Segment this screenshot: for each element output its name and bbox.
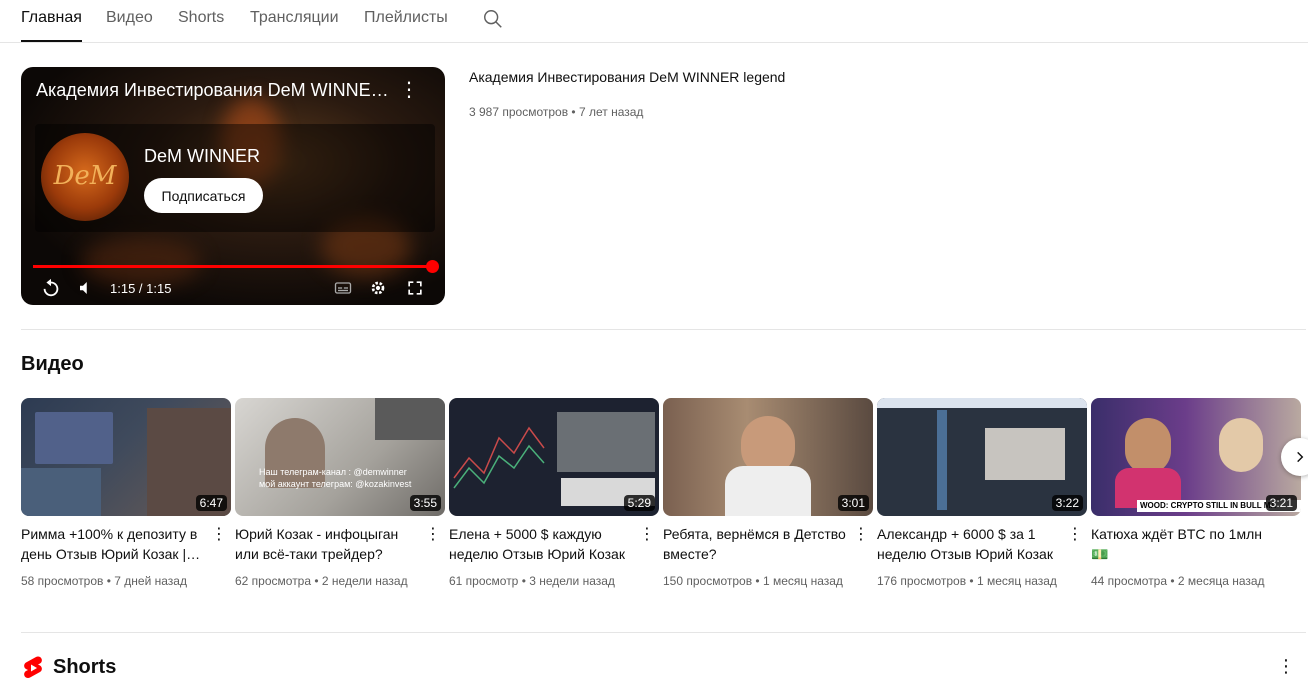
more-vert-icon[interactable]: ⋮ [1067, 524, 1083, 544]
thumbnail-panel [375, 398, 445, 440]
fullscreen-icon[interactable] [405, 276, 425, 300]
shorts-logo-icon [23, 656, 43, 680]
video-title[interactable]: Катюха ждёт BTC по 1млн 💵 [1091, 524, 1277, 564]
video-thumbnail[interactable]: 3:22 [877, 398, 1087, 516]
tab-playlists[interactable]: Плейлисты [364, 9, 448, 42]
thumbnail-panel [937, 410, 947, 510]
video-duration: 3:01 [837, 495, 869, 511]
more-vert-icon[interactable]: ⋮ [1277, 656, 1295, 678]
video-title[interactable]: Елена + 5000 $ каждую неделю Отзыв Юрий … [449, 524, 635, 564]
video-title[interactable]: Римма +100% к депозиту в день Отзыв Юрий… [21, 524, 207, 564]
video-meta: 176 просмотров • 1 месяц назад [877, 574, 1057, 588]
video-meta: 61 просмотр • 3 недели назад [449, 574, 615, 588]
video-thumbnail[interactable]: 5:29 [449, 398, 659, 516]
video-thumbnail[interactable]: Наш телеграм-канал : @demwinner мой акка… [235, 398, 445, 516]
settings-gear-icon[interactable] [368, 276, 388, 300]
section-divider [21, 329, 1306, 330]
thumbnail-panel [21, 468, 101, 516]
more-vert-icon[interactable]: ⋮ [399, 80, 419, 102]
thumbnail-person [1219, 418, 1263, 472]
thumbnail-panel [985, 428, 1065, 480]
tab-home[interactable]: Главная [21, 9, 82, 42]
shorts-section-title[interactable]: Shorts [53, 656, 116, 679]
video-title[interactable]: Ребята, вернёмся в Детство вместе? [663, 524, 849, 564]
video-thumbnail[interactable]: WOOD: CRYPTO STILL IN BULL MA 3:21 [1091, 398, 1301, 516]
thumbnail-panel [35, 412, 113, 464]
volume-icon[interactable] [77, 276, 95, 300]
video-meta: 58 просмотров • 7 дней назад [21, 574, 187, 588]
featured-video-title[interactable]: Академия Инвестирования DeM WINNER legen… [469, 69, 785, 85]
thumbnail-panel [557, 412, 655, 472]
video-duration: 6:47 [195, 495, 227, 511]
flame-decoration [81, 237, 201, 287]
search-icon[interactable] [482, 8, 504, 30]
video-duration: 3:22 [1051, 495, 1083, 511]
video-meta: 150 просмотров • 1 месяц назад [663, 574, 843, 588]
video-duration: 5:29 [623, 495, 655, 511]
featured-video-meta: 3 987 просмотров • 7 лет назад [469, 105, 644, 119]
tab-shorts[interactable]: Shorts [178, 9, 224, 42]
replay-icon[interactable] [40, 276, 62, 300]
channel-name[interactable]: DeM WINNER [144, 146, 260, 167]
video-meta: 62 просмотра • 2 недели назад [235, 574, 408, 588]
tab-videos[interactable]: Видео [106, 9, 153, 42]
video-thumbnail[interactable]: 6:47 [21, 398, 231, 516]
more-vert-icon[interactable]: ⋮ [853, 524, 869, 544]
channel-logo[interactable]: DeM [41, 133, 129, 221]
more-vert-icon[interactable]: ⋮ [639, 524, 655, 544]
subscribe-button[interactable]: Подписаться [144, 178, 263, 213]
player-title[interactable]: Академия Инвестирования DeM WINNER legen… [36, 80, 391, 101]
section-divider [21, 632, 1306, 633]
video-duration: 3:21 [1265, 495, 1297, 511]
more-vert-icon[interactable]: ⋮ [211, 524, 227, 544]
thumbnail-panel [877, 398, 1087, 408]
channel-tabs: Главная Видео Shorts Трансляции Плейлист… [0, 0, 1308, 43]
time-display: 1:15 / 1:15 [110, 281, 172, 296]
thumbnail-overlay-text: Наш телеграм-канал : @demwinner мой акка… [259, 467, 412, 489]
subtitles-icon[interactable] [333, 276, 353, 300]
video-title[interactable]: Юрий Козак - инфоцыган или всё-таки трей… [235, 524, 421, 564]
video-meta: 44 просмотра • 2 месяца назад [1091, 574, 1265, 588]
chevron-right-icon [1297, 451, 1304, 463]
progress-bar[interactable] [33, 265, 433, 268]
video-thumbnail[interactable]: 3:01 [663, 398, 873, 516]
scrubber-handle[interactable] [426, 260, 439, 273]
thumbnail-person [1125, 418, 1171, 474]
featured-video-player[interactable]: Академия Инвестирования DeM WINNER legen… [21, 67, 445, 305]
video-duration: 3:55 [409, 495, 441, 511]
video-title[interactable]: Александр + 6000 $ за 1 неделю Отзыв Юри… [877, 524, 1063, 564]
videos-section-title[interactable]: Видео [21, 353, 84, 376]
logo-text: DeM [53, 161, 117, 191]
thumbnail-shirt [725, 466, 811, 516]
tab-live[interactable]: Трансляции [250, 9, 339, 42]
more-vert-icon[interactable]: ⋮ [425, 524, 441, 544]
